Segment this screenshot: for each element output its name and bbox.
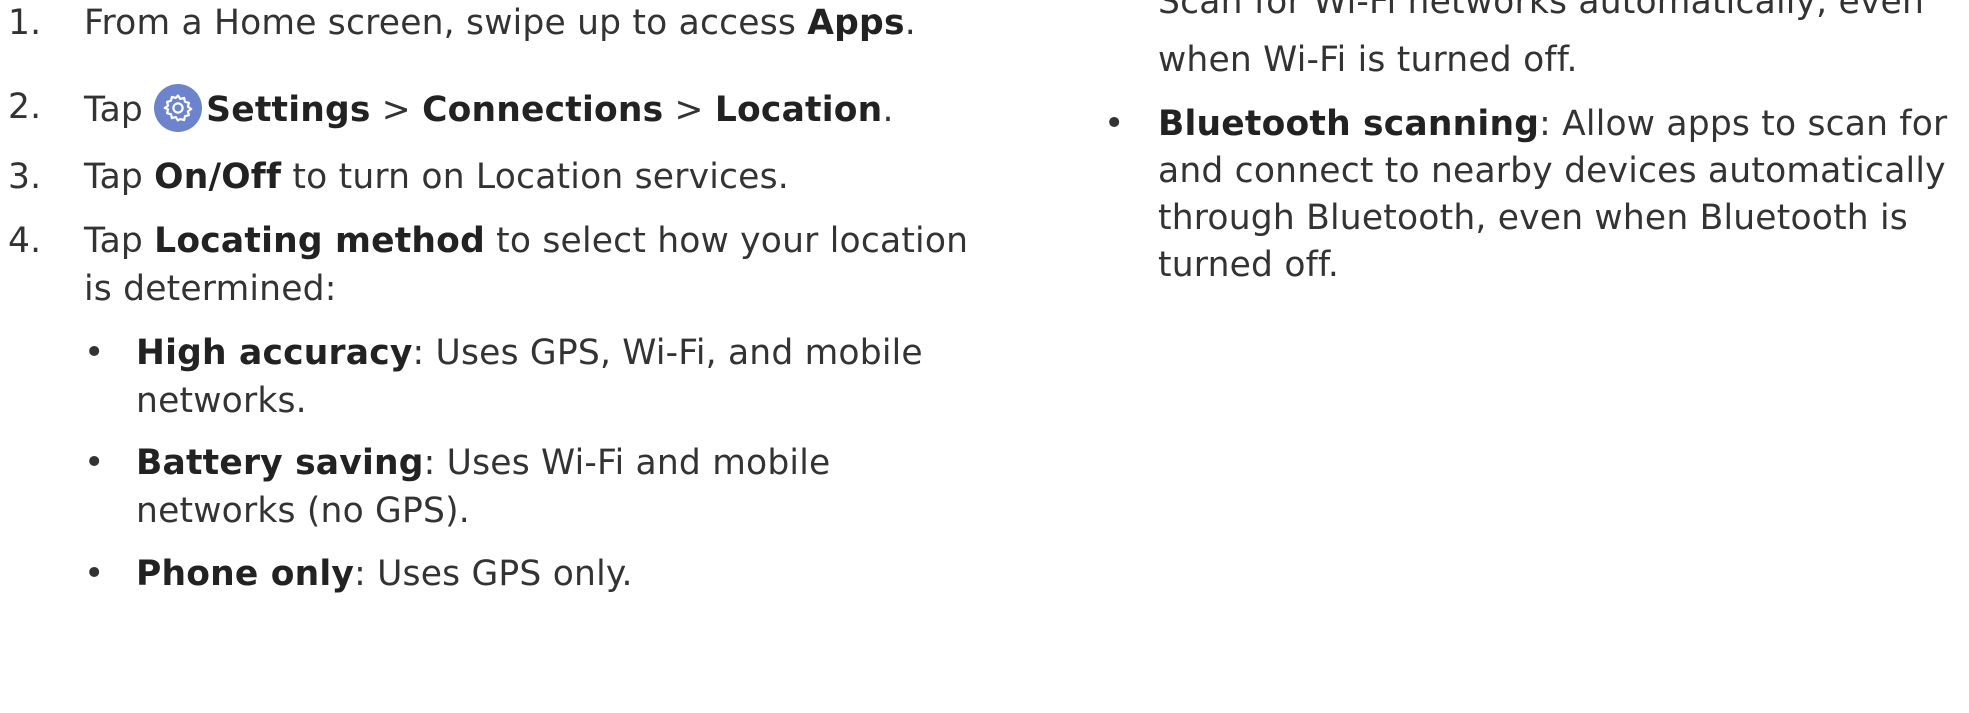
- wifi-scanning-clipped-line: Scan for Wi-Fi networks automatically, e…: [1158, 0, 1925, 22]
- bluetooth-continuation: through Bluetooth, even when Bluetooth i…: [1158, 198, 1908, 238]
- on-off-label: On/Off: [154, 157, 282, 197]
- locating-method-label: Locating method: [154, 221, 485, 261]
- settings-label: Settings: [206, 90, 371, 130]
- wifi-scanning-continuation: when Wi-Fi is turned off.: [1158, 40, 1578, 80]
- bullet: •: [84, 443, 105, 483]
- bullet: •: [1104, 104, 1125, 144]
- step-text: From a Home screen, swipe up to access A…: [84, 3, 916, 43]
- bluetooth-continuation: and connect to nearby devices automatica…: [1158, 151, 1946, 191]
- step-number: 3.: [8, 157, 42, 197]
- step-number: 2.: [8, 87, 42, 127]
- step-number: 1.: [8, 3, 42, 43]
- step-4-continuation: is determined:: [84, 269, 337, 309]
- step-text: Tap Settings > Connections > Location.: [84, 84, 894, 133]
- step-number: 4.: [8, 221, 42, 261]
- apps-label: Apps: [807, 3, 905, 43]
- step-text: Tap On/Off to turn on Location services.: [84, 157, 789, 197]
- option-text: Battery saving: Uses Wi-Fi and mobile: [136, 443, 831, 483]
- option-text: Phone only: Uses GPS only.: [136, 554, 633, 594]
- location-label: Location: [714, 90, 883, 130]
- bullet: •: [84, 554, 105, 594]
- bluetooth-text: Bluetooth scanning: Allow apps to scan f…: [1158, 104, 1948, 144]
- bullet: •: [84, 333, 105, 373]
- step-text: Tap Locating method to select how your l…: [84, 221, 969, 261]
- gear-icon: [154, 84, 203, 132]
- bluetooth-continuation: turned off.: [1158, 245, 1339, 285]
- option-continuation: networks.: [136, 381, 307, 421]
- option-continuation: networks (no GPS).: [136, 491, 470, 531]
- option-text: High accuracy: Uses GPS, Wi-Fi, and mobi…: [136, 333, 923, 373]
- connections-label: Connections: [422, 90, 664, 130]
